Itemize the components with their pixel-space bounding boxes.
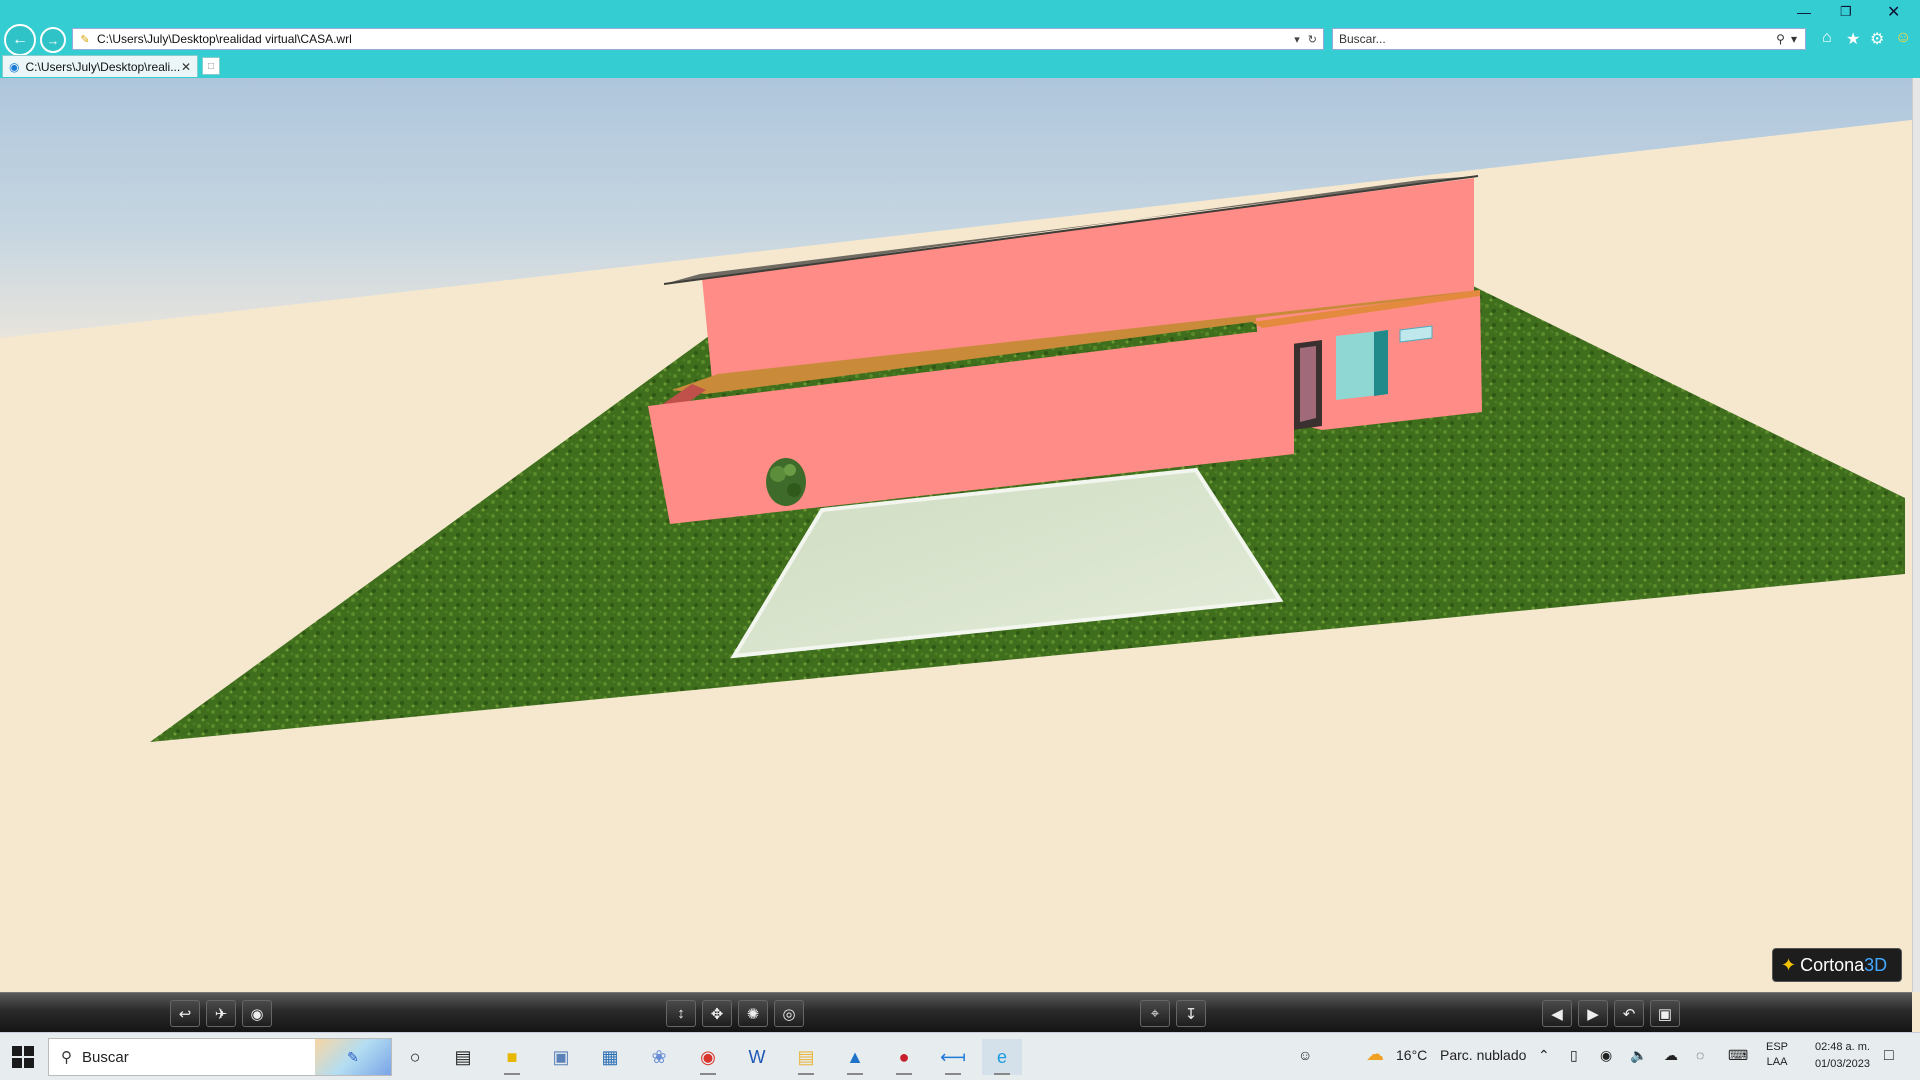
- tray-expand-icon[interactable]: ⌃: [1538, 1047, 1550, 1064]
- windows-logo-icon: [12, 1046, 22, 1056]
- volume-icon[interactable]: 🔈: [1630, 1047, 1647, 1064]
- roll-button[interactable]: ◎: [774, 1000, 804, 1027]
- vrml-viewport[interactable]: ✦ Cortona3D: [0, 78, 1912, 992]
- feather-icon[interactable]: ❀: [639, 1039, 679, 1075]
- search-placeholder[interactable]: Buscar...: [1339, 32, 1776, 46]
- forward-arrow-icon: →: [46, 32, 60, 48]
- taskbar-search[interactable]: ⚲ Buscar ✎: [48, 1038, 392, 1076]
- taskbar-search-label[interactable]: Buscar: [82, 1049, 315, 1066]
- image-viewer-icon[interactable]: ▣: [541, 1039, 581, 1075]
- turn-icon: ✺: [746, 1005, 760, 1023]
- walk-button[interactable]: ↩: [170, 1000, 200, 1027]
- weather-temperature[interactable]: 16°C: [1396, 1047, 1427, 1063]
- fit-button[interactable]: ▣: [1650, 1000, 1680, 1027]
- previous-viewpoint-button[interactable]: ◀: [1542, 1000, 1572, 1027]
- close-window-button[interactable]: ✕: [1887, 2, 1900, 22]
- cortona-logo[interactable]: ✦ Cortona3D: [1772, 948, 1902, 982]
- minimize-button[interactable]: —: [1797, 4, 1811, 20]
- next-viewpoint-button[interactable]: ▶: [1578, 1000, 1608, 1027]
- clock[interactable]: 02:48 a. m. 01/03/2023: [1798, 1039, 1870, 1073]
- people-icon[interactable]: ☺: [1298, 1047, 1312, 1063]
- chrome-icon[interactable]: ◉: [688, 1039, 728, 1075]
- restore-icon: ↶: [1622, 1005, 1636, 1023]
- previous-viewpoint-icon: ◀: [1551, 1005, 1563, 1023]
- b-app-icon[interactable]: ●: [884, 1039, 924, 1075]
- address-text[interactable]: C:\Users\July\Desktop\realidad virtual\C…: [97, 32, 1294, 46]
- tab-close-icon[interactable]: ✕: [181, 60, 191, 74]
- wifi-icon[interactable]: ◌: [1696, 1047, 1704, 1063]
- refresh-icon[interactable]: ↻: [1308, 33, 1317, 46]
- back-button[interactable]: ←: [4, 24, 36, 56]
- task-view-icon[interactable]: ▤: [443, 1039, 483, 1075]
- align-button[interactable]: ↧: [1176, 1000, 1206, 1027]
- study-button[interactable]: ◉: [242, 1000, 272, 1027]
- home-icon[interactable]: ⌂: [1822, 29, 1832, 47]
- forward-button[interactable]: →: [40, 27, 66, 53]
- pan-icon: ✥: [710, 1005, 724, 1023]
- cortana-icon[interactable]: ○: [395, 1039, 435, 1075]
- fly-icon: ✈: [214, 1005, 228, 1023]
- star-icon[interactable]: ★: [1846, 29, 1860, 49]
- gear-icon[interactable]: ⚙: [1870, 29, 1884, 49]
- notifications-icon[interactable]: □: [1884, 1047, 1894, 1065]
- restore-window-button[interactable]: ❐: [1840, 4, 1852, 20]
- file-explorer-icon[interactable]: ▤: [786, 1039, 826, 1075]
- shrub: [766, 458, 806, 506]
- search-dropdown-icon[interactable]: ▾: [1791, 32, 1797, 46]
- calculator-icon[interactable]: ▦: [590, 1039, 630, 1075]
- new-tab-button[interactable]: □: [202, 57, 220, 75]
- search-box[interactable]: Buscar... ⚲ ▾: [1332, 28, 1806, 50]
- cortona-navigation-toolbar: ↩ ✈ ◉ ↕ ✥ ✺ ◎ ⌖ ↧ ◀ ▶ ↶ ▣: [0, 992, 1912, 1032]
- new-tab-icon: □: [207, 60, 215, 72]
- clock-date: 01/03/2023: [1814, 1058, 1870, 1070]
- search-icon[interactable]: ⚲: [1776, 32, 1785, 46]
- usb-icon[interactable]: ▯: [1570, 1047, 1578, 1064]
- vscode-icon[interactable]: ⟻: [933, 1039, 973, 1075]
- sticky-notes-icon[interactable]: ■: [492, 1039, 532, 1075]
- turn-button[interactable]: ✺: [738, 1000, 768, 1027]
- lang-code: ESP: [1766, 1041, 1789, 1053]
- clock-time: 02:48 a. m.: [1814, 1041, 1870, 1053]
- page-icon: ✎: [80, 33, 90, 46]
- fly-button[interactable]: ✈: [206, 1000, 236, 1027]
- lang-layout: LAA: [1766, 1056, 1788, 1068]
- fit-icon: ▣: [1657, 1005, 1673, 1023]
- input-language[interactable]: ESP LAA: [1766, 1040, 1788, 1070]
- goto-button[interactable]: ⌖: [1140, 1000, 1170, 1027]
- keyboard-icon[interactable]: ⌨: [1728, 1047, 1748, 1064]
- cortona-star-icon: ✦: [1781, 954, 1797, 975]
- goto-icon: ⌖: [1150, 1005, 1160, 1022]
- camera-icon[interactable]: ◉: [1600, 1047, 1612, 1064]
- align-icon: ↧: [1184, 1005, 1198, 1023]
- start-button[interactable]: [8, 1045, 38, 1069]
- scene-render[interactable]: [0, 78, 1912, 992]
- address-bar[interactable]: ✎ C:\Users\July\Desktop\realidad virtual…: [72, 28, 1324, 50]
- roll-icon: ◎: [782, 1005, 796, 1023]
- back-arrow-icon: ←: [12, 31, 28, 48]
- browser-tab[interactable]: ◉ C:\Users\July\Desktop\reali... ✕: [2, 55, 198, 77]
- plan-icon: ↕: [677, 1005, 685, 1022]
- internet-explorer-icon[interactable]: e: [982, 1039, 1022, 1075]
- cortona-brand: Cortona3D: [1800, 954, 1888, 975]
- word-icon[interactable]: W: [737, 1039, 777, 1075]
- ie-tab-icon: ◉: [9, 59, 20, 74]
- plan-button[interactable]: ↕: [666, 1000, 696, 1027]
- search-icon: ⚲: [61, 1049, 72, 1066]
- search-highlight-art-icon[interactable]: ✎: [315, 1039, 391, 1075]
- photos-icon[interactable]: ▲: [835, 1039, 875, 1075]
- next-viewpoint-icon: ▶: [1587, 1005, 1599, 1023]
- study-icon: ◉: [250, 1005, 264, 1023]
- onedrive-icon[interactable]: ☁: [1664, 1047, 1678, 1064]
- walk-icon: ↩: [178, 1005, 192, 1023]
- browser-chrome: ← → ✎ C:\Users\July\Desktop\realidad vir…: [0, 0, 1920, 78]
- windows-taskbar: ⚲ Buscar ✎ ○ ▤ ■ ▣ ▦ ❀ ◉ W ▤ ▲ ● ⟻ e ☺ ☁…: [0, 1032, 1920, 1080]
- weather-icon[interactable]: ☁: [1366, 1044, 1384, 1065]
- pan-button[interactable]: ✥: [702, 1000, 732, 1027]
- weather-description[interactable]: Parc. nublado: [1440, 1047, 1526, 1063]
- address-dropdown-icon[interactable]: ▾: [1294, 33, 1300, 46]
- tab-title: C:\Users\July\Desktop\reali...: [25, 59, 181, 74]
- restore-button[interactable]: ↶: [1614, 1000, 1644, 1027]
- vertical-scrollbar[interactable]: [1912, 78, 1920, 992]
- smiley-icon[interactable]: ☺: [1895, 29, 1911, 47]
